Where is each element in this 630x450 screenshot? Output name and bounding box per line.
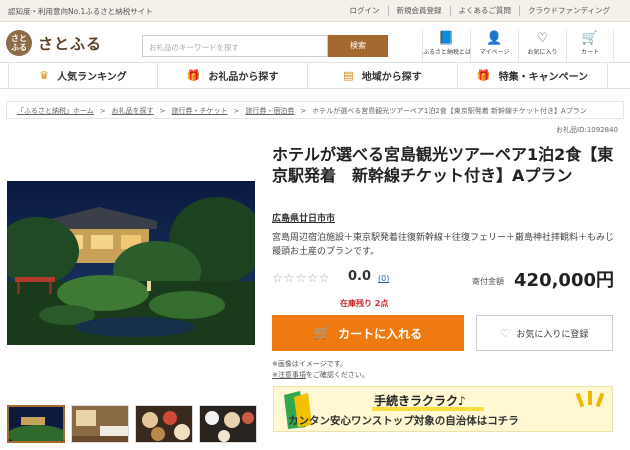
book-icon: 📘 [438,31,455,46]
item-id: お礼品ID:1092840 [556,126,618,134]
breadcrumb: 「ふるさと納税」ホーム > お礼品を探す > 旅行券・チケット > 旅行券・宿泊券 > ホテルが… [6,101,624,119]
add-to-cart-label: カートに入れる [338,326,423,341]
image-note: ※画像はイメージです。 [272,360,348,368]
add-favorite-label: お気に入りに登録 [516,329,589,340]
about-label: ふるさと納税とは [423,49,472,56]
mypage-label: マイページ [479,49,510,56]
price-value: 420,000円 [514,270,614,291]
stock-remaining: 在庫残り 2点 [340,299,389,308]
site-header: さと ふる さとふる お礼品のキーワードを探す 検索 📘 ふるさと納税とは 👤 … [0,22,630,62]
breadcrumb-vouchers[interactable]: 旅行券・宿泊券 [245,107,294,115]
user-icon: 👤 [486,31,503,46]
thumbnail-dishes[interactable] [199,405,257,443]
gift-icon: 🎁 [186,69,201,82]
product-description: 宮島周辺宿泊施設＋東京駅発着往復新幹線＋往復フェリー＋厳島神社拝観料＋もみじ饅頭… [272,233,615,257]
product-notes: ※画像はイメージです。 ※注意事項をご確認ください。 [272,359,369,381]
gift-icon: 🎁 [476,69,491,82]
cart-button[interactable]: 🛒 カート [566,30,614,62]
nav-regions[interactable]: ▤ 地域から探す [308,63,458,88]
cart-icon: 🛒 [313,325,331,341]
map-icon: ▤ [343,69,354,82]
favorites-button[interactable]: ♡ お気に入り [518,30,566,62]
faq-link[interactable]: よくあるご質問 [449,6,520,16]
thumbnail-meal-image [136,406,192,442]
product-region-link[interactable]: 広島県廿日市市 [272,211,335,224]
main-product-photo[interactable] [7,181,255,345]
add-to-cart-button[interactable]: 🛒 カートに入れる [272,315,464,351]
breadcrumb-gifts[interactable]: お礼品を探す [112,107,154,115]
nav-features-label: 特集・キャンペーン [498,72,589,83]
logo-text: さとふる [38,34,103,53]
garden-night-image [7,181,255,345]
nav-gifts[interactable]: 🎁 お礼品から探す [158,63,308,88]
search-input[interactable]: お礼品のキーワードを探す [142,35,328,57]
thumbnail-room-image [72,406,128,442]
favorites-label: お気に入り [527,49,558,56]
one-stop-banner[interactable]: 手続きラクラク♪ カンタン安心ワンストップ対象の自治体はコチラ [273,386,613,432]
global-nav: ♛ 人気ランキング 🎁 お礼品から探す ▤ 地域から探す 🎁 特集・キャンペーン [0,62,630,89]
nav-ranking[interactable]: ♛ 人気ランキング [8,63,158,88]
breadcrumb-tickets[interactable]: 旅行券・チケット [172,107,228,115]
rating-stars: ☆☆☆☆☆ [272,271,331,285]
site-tagline: 認知度・利用意向No.1ふるさと納税サイト [8,7,153,16]
banner-subline: カンタン安心ワンストップ対象の自治体はコチラ [288,415,519,427]
header-icon-menu: 📘 ふるさと納税とは 👤 マイページ ♡ お気に入り 🛒 カート [422,30,614,62]
nav-regions-label: 地域から探す [361,72,422,83]
heart-icon: ♡ [536,31,549,46]
thumbnail-dishes-image [200,406,256,442]
heart-icon: ♡ [500,326,511,340]
nav-gifts-label: お礼品から探す [208,72,279,83]
breadcrumb-current: ホテルが選べる宮島観光ツアーペア1泊2食【東京駅発着 新幹線チケット付き】Aプラ… [312,107,587,115]
logo-mark-icon: さと ふる [6,30,32,56]
search-button[interactable]: 検索 [328,35,388,57]
site-logo[interactable]: さと ふる さとふる [6,30,102,56]
thumbnail-garden-image [9,407,63,441]
review-count-link[interactable]: (0) [378,274,389,283]
add-favorite-button[interactable]: ♡ お気に入りに登録 [476,315,613,351]
top-bar: 認知度・利用意向No.1ふるさと納税サイト ログイン 新規会員登録 よくあるご質… [0,0,630,22]
caution-note: ※注意事項をご確認ください。 [272,370,369,381]
top-links: ログイン 新規会員登録 よくあるご質問 クラウドファンディング [342,6,618,16]
crown-icon: ♛ [39,69,50,82]
register-link[interactable]: 新規会員登録 [387,6,450,16]
nav-features[interactable]: 🎁 特集・キャンペーン [458,63,608,88]
rating-value: 0.0 [348,269,372,284]
crowdfunding-link[interactable]: クラウドファンディング [519,6,618,16]
price-label: 寄付金額 [472,277,504,286]
mypage-button[interactable]: 👤 マイページ [470,30,518,62]
login-link[interactable]: ログイン [342,6,388,16]
cart-label: カート [580,49,599,56]
nav-ranking-label: 人気ランキング [57,72,127,83]
caution-note-rest: をご確認ください。 [305,371,369,379]
product-title: ホテルが選べる宮島観光ツアーペア1泊2食【東京駅発着 新幹線チケット付き】Aプラ… [272,145,614,185]
thumbnail-meal[interactable] [135,405,193,443]
thumbnail-room[interactable] [71,405,129,443]
cart-icon: 🛒 [581,31,599,46]
thumbnail-garden[interactable] [7,405,65,443]
caution-link[interactable]: ※注意事項 [272,371,306,379]
thumbnail-strip [7,405,263,443]
breadcrumb-home[interactable]: 「ふるさと納税」ホーム [17,107,94,115]
banner-headline: 手続きラクラク♪ [374,394,466,408]
about-furusato-button[interactable]: 📘 ふるさと納税とは [422,30,472,62]
